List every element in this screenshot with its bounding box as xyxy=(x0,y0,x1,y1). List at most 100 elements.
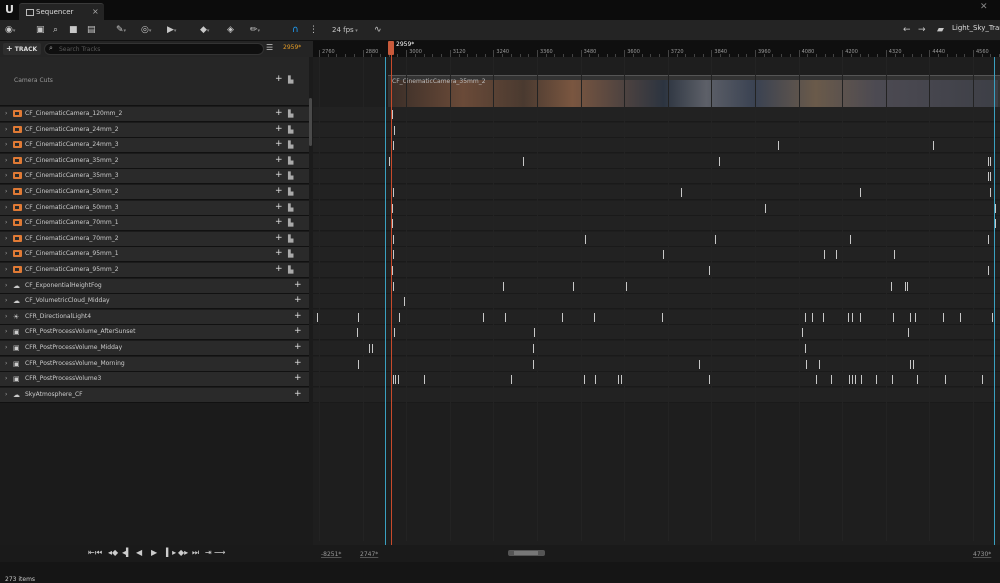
keyframe[interactable] xyxy=(805,312,806,322)
track-row[interactable]: › CF_CinematicCamera_35mm_3 + ▙ xyxy=(0,169,309,185)
scrollbar-thumb[interactable] xyxy=(514,551,538,555)
keyframe[interactable] xyxy=(992,312,993,322)
keyframe[interactable] xyxy=(990,172,991,182)
track-lane[interactable] xyxy=(313,169,1000,185)
expand-chevron-icon[interactable]: › xyxy=(5,141,7,148)
keyframe[interactable] xyxy=(663,250,664,260)
keyframe[interactable] xyxy=(511,375,512,385)
more-options-icon[interactable]: ⋮ xyxy=(309,23,318,37)
play-reverse-icon[interactable]: ◀ xyxy=(136,548,142,557)
add-icon[interactable]: + xyxy=(275,155,283,165)
expand-chevron-icon[interactable]: › xyxy=(5,266,7,273)
track-lane[interactable] xyxy=(313,387,1000,403)
set-start-icon[interactable]: ⇤ xyxy=(88,548,95,557)
play-icon[interactable]: ▶ xyxy=(151,548,157,557)
keyframe[interactable] xyxy=(988,266,989,275)
keyframe[interactable] xyxy=(392,110,393,119)
set-end-icon[interactable]: ⇥ xyxy=(205,548,212,557)
keyframe[interactable] xyxy=(988,156,989,166)
expand-chevron-icon[interactable]: › xyxy=(5,391,7,398)
track-lane[interactable] xyxy=(313,153,1000,169)
keyframe[interactable] xyxy=(404,297,405,307)
search-tracks-input[interactable] xyxy=(59,44,259,54)
camera-cuts-track[interactable]: Camera Cuts + ▙ xyxy=(0,57,309,106)
keyframe[interactable] xyxy=(372,344,373,353)
keyframe[interactable] xyxy=(861,375,862,385)
keyframe[interactable] xyxy=(824,250,825,260)
track-row[interactable]: › CF_CinematicCamera_24mm_3 + ▙ xyxy=(0,138,309,154)
keyframe[interactable] xyxy=(852,375,853,385)
snap-magnet-icon[interactable]: ∩ xyxy=(292,23,299,37)
keyframe[interactable] xyxy=(533,359,534,369)
expand-chevron-icon[interactable]: › xyxy=(5,126,7,133)
keyframe[interactable] xyxy=(805,344,806,353)
keyframe[interactable] xyxy=(933,141,934,151)
keyframe[interactable] xyxy=(765,203,766,213)
expand-chevron-icon[interactable]: › xyxy=(5,297,7,304)
back-arrow-icon[interactable]: ← xyxy=(903,23,911,37)
keyframe[interactable] xyxy=(891,281,892,291)
expand-chevron-icon[interactable]: › xyxy=(5,282,7,289)
track-lane[interactable] xyxy=(313,185,1000,200)
keyframe[interactable] xyxy=(860,312,861,322)
keyframe[interactable] xyxy=(626,281,627,291)
add-icon[interactable]: + xyxy=(275,170,283,180)
keyframe[interactable] xyxy=(709,266,710,275)
track-lane[interactable] xyxy=(313,231,1000,247)
camera-icon[interactable]: ▙ xyxy=(288,110,293,118)
track-area[interactable]: CF_CinematicCamera_35mm_2 xyxy=(313,57,1000,545)
add-icon[interactable]: + xyxy=(294,389,302,399)
keyframe[interactable] xyxy=(618,375,619,385)
keyframe[interactable] xyxy=(910,312,911,322)
track-lane[interactable] xyxy=(313,356,1000,372)
camera-icon[interactable]: ▙ xyxy=(288,141,293,149)
timeline-scrollbar[interactable] xyxy=(508,550,545,556)
keyframe[interactable] xyxy=(995,219,996,229)
track-row[interactable]: › ▣ CFR_PostProcessVolume_Morning + xyxy=(0,356,309,372)
expand-chevron-icon[interactable]: › xyxy=(5,250,7,257)
next-key-icon[interactable]: ◆▸ xyxy=(178,548,188,557)
current-frame-field[interactable]: 2959* xyxy=(283,44,301,51)
search-icon[interactable]: ⌕ xyxy=(53,23,58,37)
unreal-logo-icon[interactable]: U xyxy=(3,3,16,16)
track-lane[interactable] xyxy=(313,309,1000,325)
keyframe[interactable] xyxy=(806,359,807,369)
track-lane[interactable] xyxy=(313,294,1000,310)
add-icon[interactable]: + xyxy=(275,124,283,134)
track-lane[interactable] xyxy=(313,372,1000,388)
selection-end-bound[interactable] xyxy=(994,57,995,546)
keyframe[interactable] xyxy=(908,328,909,338)
keyframe[interactable] xyxy=(562,312,563,322)
bake-icon[interactable]: ◈ xyxy=(227,23,234,37)
keyframe[interactable] xyxy=(424,375,425,385)
keyframe[interactable] xyxy=(584,375,585,385)
keyframe[interactable] xyxy=(907,281,908,291)
keyframe[interactable] xyxy=(394,328,395,338)
expand-chevron-icon[interactable]: › xyxy=(5,313,7,320)
camera-icon[interactable]: ▙ xyxy=(288,76,293,84)
camera-icon[interactable]: ▙ xyxy=(288,235,293,243)
expand-chevron-icon[interactable]: › xyxy=(5,360,7,367)
add-icon[interactable]: + xyxy=(294,358,302,368)
keyframe[interactable] xyxy=(719,156,720,166)
keyframe[interactable] xyxy=(892,375,893,385)
keyframe[interactable] xyxy=(982,375,983,385)
keyframe[interactable] xyxy=(852,312,853,322)
window-close-icon[interactable]: ✕ xyxy=(980,2,988,12)
selection-start-bound[interactable] xyxy=(385,57,386,546)
keyframe[interactable] xyxy=(392,266,393,275)
keyframe[interactable] xyxy=(812,312,813,322)
keyframe[interactable] xyxy=(393,234,394,244)
go-to-end-icon[interactable]: ⏭ xyxy=(192,548,199,558)
close-icon[interactable]: × xyxy=(92,7,99,16)
keyframe[interactable] xyxy=(910,359,911,369)
expand-chevron-icon[interactable]: › xyxy=(5,344,7,351)
keyframe[interactable] xyxy=(595,375,596,385)
prev-key-icon[interactable]: ◂◆ xyxy=(108,548,118,557)
track-lane[interactable] xyxy=(313,138,1000,154)
track-row[interactable]: › CF_CinematicCamera_70mm_2 + ▙ xyxy=(0,231,309,247)
clapperboard-icon[interactable]: ▤ xyxy=(87,23,96,37)
keyframe[interactable] xyxy=(988,172,989,182)
keyframe[interactable] xyxy=(358,359,359,369)
keyframe[interactable] xyxy=(849,375,850,385)
